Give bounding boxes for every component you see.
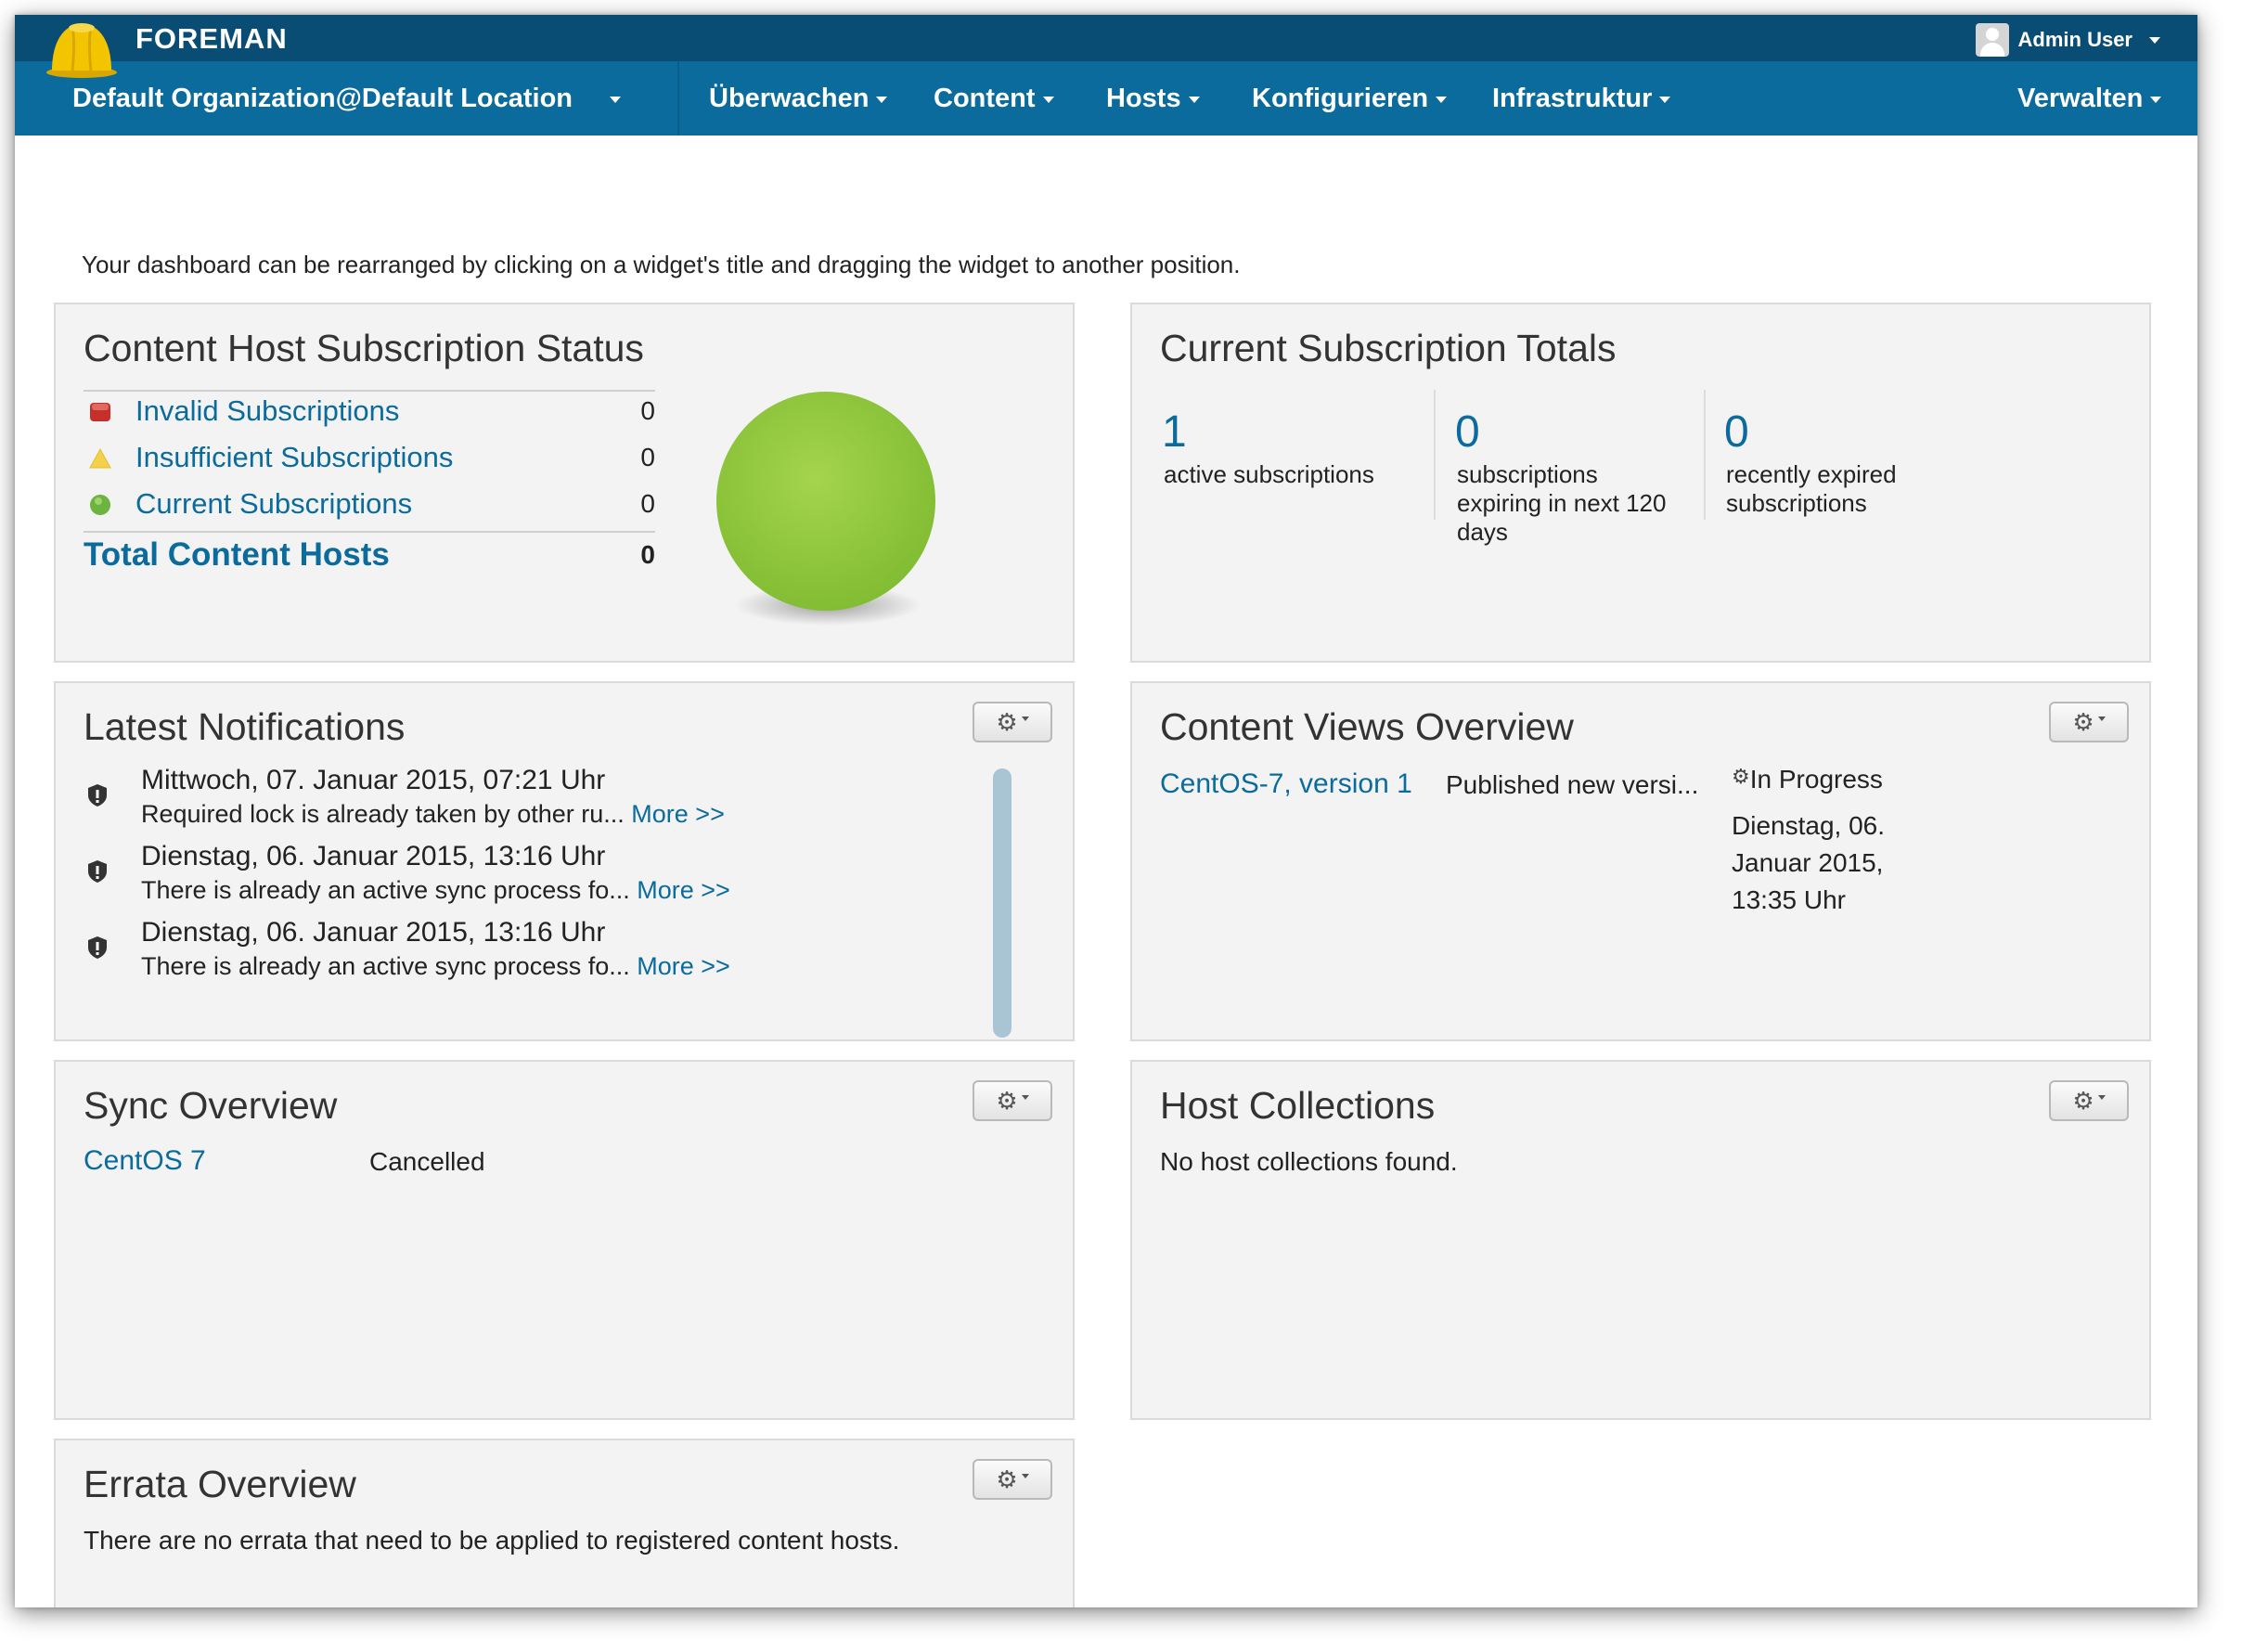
more-link[interactable]: More >> [631, 800, 725, 828]
errata-empty: There are no errata that need to be appl… [84, 1526, 900, 1555]
top-bar: FOREMAN Admin User [15, 15, 2197, 61]
notification-shield-icon [88, 860, 107, 883]
insufficient-subscriptions-link[interactable]: Insufficient Subscriptions [135, 441, 453, 474]
widget-content-views: Content Views Overview ⚙ CentOS-7, versi… [1130, 681, 2151, 1041]
gear-icon: ⚙ [996, 1087, 1018, 1115]
user-menu[interactable]: Admin User [1975, 23, 2160, 57]
chevron-down-icon [1188, 96, 1200, 103]
nav-divider [677, 61, 679, 136]
nav-item-konfigurieren[interactable]: Konfigurieren [1252, 61, 1448, 136]
widget-title[interactable]: Content Host Subscription Status [84, 327, 644, 370]
notification-date: Mittwoch, 07. Januar 2015, 07:21 Uhr [141, 765, 606, 795]
expiring-subscriptions-count[interactable]: 0 [1455, 407, 1480, 458]
notification-message: There is already an active sync process … [141, 876, 730, 904]
chevron-down-icon [2149, 36, 2160, 44]
brand-name[interactable]: FOREMAN [135, 22, 288, 56]
content-view-description: Published new versi... [1446, 770, 1699, 799]
chevron-down-icon [1436, 96, 1448, 103]
main-nav: Default Organization@Default Location Üb… [15, 61, 2197, 136]
expired-subscriptions-count[interactable]: 0 [1724, 407, 1749, 458]
gear-icon: ⚙ [996, 1465, 1018, 1493]
foreman-helmet-logo[interactable] [45, 17, 119, 78]
widget-sync-overview: Sync Overview ⚙ CentOS 7 Cancelled [54, 1060, 1075, 1420]
chevron-down-icon [2150, 96, 2162, 103]
chevron-down-icon [876, 96, 888, 103]
nav-item-content[interactable]: Content [934, 61, 1054, 136]
dashboard-hint: Your dashboard can be rearranged by clic… [82, 251, 1241, 278]
widget-title[interactable]: Content Views Overview [1160, 705, 1574, 749]
widget-settings-button[interactable]: ⚙ [2049, 702, 2129, 742]
notification-shield-icon [88, 936, 107, 959]
widget-subscription-status: Content Host Subscription Status Invalid… [54, 303, 1075, 663]
divider [1704, 390, 1706, 520]
nav-item-verwalten[interactable]: Verwalten [2017, 61, 2162, 136]
divider [84, 531, 655, 533]
divider [1434, 390, 1436, 520]
notification-message: There is already an active sync process … [141, 952, 730, 980]
sync-state: Cancelled [369, 1147, 485, 1176]
widget-settings-button[interactable]: ⚙ [2049, 1080, 2129, 1121]
sync-product-link[interactable]: CentOS 7 [84, 1145, 206, 1177]
gear-icon: ⚙ [2072, 708, 2094, 736]
notification-date: Dienstag, 06. Januar 2015, 13:16 Uhr [141, 841, 606, 871]
nav-item-ueberwachen[interactable]: Überwachen [709, 61, 888, 136]
active-subscriptions-count[interactable]: 1 [1162, 407, 1187, 458]
widget-host-collections: Host Collections ⚙ No host collections f… [1130, 1060, 2151, 1420]
warning-triangle-icon [89, 447, 111, 469]
content-view-time: Dienstag, 06. Januar 2015, 13:35 Uhr [1732, 811, 1885, 914]
host-collections-empty: No host collections found. [1160, 1147, 1458, 1176]
more-link[interactable]: More >> [637, 876, 730, 904]
gear-icon: ⚙ [996, 708, 1018, 736]
current-subscriptions-link[interactable]: Current Subscriptions [135, 487, 412, 521]
notification-date: Dienstag, 06. Januar 2015, 13:16 Uhr [141, 917, 606, 948]
more-link[interactable]: More >> [637, 952, 730, 980]
active-subscriptions-label: active subscriptions [1164, 460, 1374, 488]
browser-window: FOREMAN Admin User Default Organization@… [15, 15, 2197, 1607]
invalid-subscriptions-link[interactable]: Invalid Subscriptions [135, 394, 399, 428]
widget-title[interactable]: Sync Overview [84, 1084, 337, 1128]
widget-title[interactable]: Current Subscription Totals [1160, 327, 1616, 370]
subscription-pie-chart[interactable] [705, 390, 947, 640]
widget-title[interactable]: Host Collections [1160, 1084, 1435, 1128]
avatar [1975, 23, 2009, 57]
total-content-hosts-link[interactable]: Total Content Hosts [84, 536, 390, 574]
widget-errata-overview: Errata Overview ⚙ There are no errata th… [54, 1439, 1075, 1607]
user-name: Admin User [2017, 28, 2132, 51]
chevron-down-icon [610, 96, 622, 103]
invalid-subscriptions-count: 0 [640, 396, 655, 425]
widget-settings-button[interactable]: ⚙ [973, 702, 1052, 742]
invalid-status-icon [90, 403, 110, 421]
widget-title[interactable]: Latest Notifications [84, 705, 405, 749]
expiring-subscriptions-label: subscriptions expiring in next 120 days [1457, 460, 1667, 546]
notification-message: Required lock is already taken by other … [141, 800, 725, 828]
insufficient-subscriptions-count: 0 [640, 443, 655, 471]
widget-title[interactable]: Errata Overview [84, 1463, 356, 1506]
current-subscriptions-count: 0 [640, 489, 655, 518]
nav-item-infrastruktur[interactable]: Infrastruktur [1492, 61, 1671, 136]
content-view-link[interactable]: CentOS-7, version 1 [1160, 768, 1412, 800]
chevron-down-icon [1042, 96, 1054, 103]
notification-shield-icon [88, 784, 107, 807]
widget-latest-notifications: Latest Notifications ⚙ Mittwoch, 07. Jan… [54, 681, 1075, 1041]
content-view-status: ⚙In Progress [1732, 765, 1883, 794]
widget-settings-button[interactable]: ⚙ [973, 1080, 1052, 1121]
nav-item-hosts[interactable]: Hosts [1106, 61, 1200, 136]
divider [84, 390, 655, 392]
widget-settings-button[interactable]: ⚙ [973, 1459, 1052, 1500]
gears-icon: ⚙ [1732, 765, 1750, 788]
org-location-switcher[interactable]: Default Organization@Default Location [72, 61, 622, 136]
ok-status-icon [90, 495, 110, 515]
gear-icon: ⚙ [2072, 1087, 2094, 1115]
chevron-down-icon [1659, 96, 1671, 103]
notifications-scrollbar[interactable] [993, 768, 1011, 1038]
total-content-hosts-count: 0 [640, 540, 655, 569]
widget-subscription-totals: Current Subscription Totals 1 active sub… [1130, 303, 2151, 663]
expired-subscriptions-label: recently expired subscriptions [1726, 460, 1897, 517]
